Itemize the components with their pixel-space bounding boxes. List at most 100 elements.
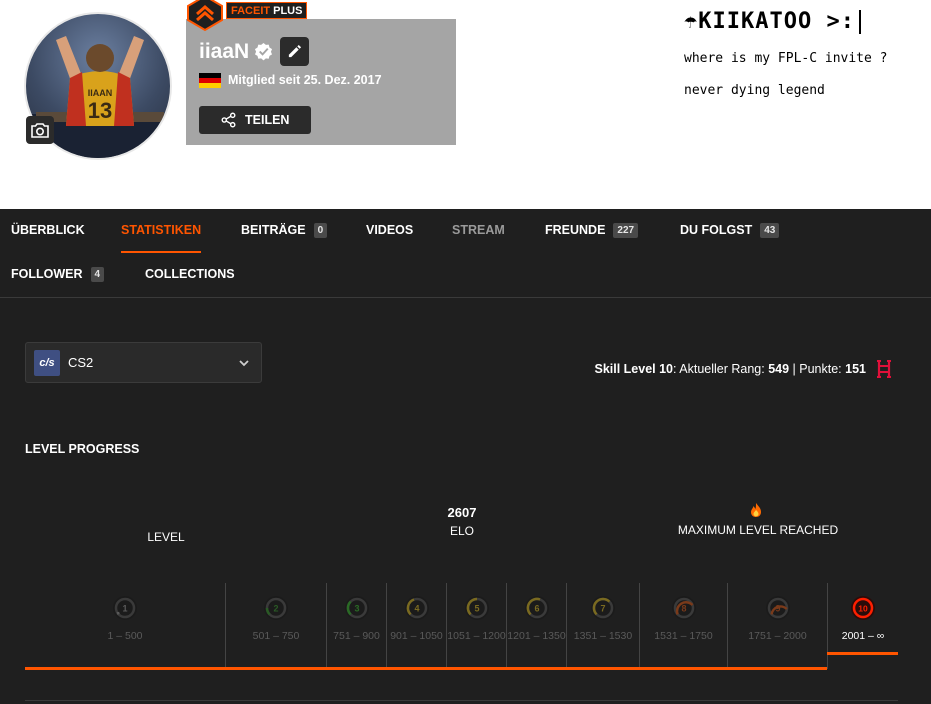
level-item-1: 1 1 – 500	[25, 583, 225, 669]
tab-followers[interactable]: FOLLOWER 4	[11, 264, 105, 284]
tab-count: 227	[613, 222, 639, 238]
tab-friends[interactable]: FREUNDE 227	[545, 220, 639, 240]
level-2-icon: 2	[264, 596, 288, 620]
nickname: iiaaN	[199, 40, 250, 63]
fire-icon	[749, 502, 763, 523]
tab-label: FREUNDE	[545, 223, 606, 237]
level-number: 10	[858, 603, 868, 613]
subscription-tier: PLUS	[273, 4, 303, 17]
tab-label: VIDEOS	[366, 223, 414, 237]
change-avatar-button[interactable]	[26, 116, 54, 144]
level-8-icon: 8	[671, 596, 696, 620]
jersey-number: 13	[88, 98, 112, 123]
level-number: 8	[681, 604, 686, 614]
tab-videos[interactable]: VIDEOS	[366, 220, 413, 240]
section-divider	[25, 700, 898, 701]
tab-count: 0	[313, 222, 328, 238]
tab-posts[interactable]: BEITRÄGE 0	[241, 220, 328, 240]
level-number: 3	[354, 604, 359, 614]
bio-title-text: ☂KIIKATOO >:	[684, 9, 855, 34]
tab-count: 43	[760, 222, 780, 238]
chevron-down-icon	[239, 360, 249, 367]
edit-profile-button[interactable]	[280, 37, 309, 66]
tab-label: STREAM	[452, 223, 505, 237]
game-select[interactable]: c/s CS2	[25, 342, 262, 383]
tab-count: 4	[90, 266, 105, 282]
level-number: 6	[534, 604, 539, 614]
tab-label: ÜBERBLICK	[11, 223, 85, 237]
level-track: 1 1 – 500 2 501 – 750 3 751 – 900 4 901 …	[25, 583, 898, 669]
tab-collections[interactable]: COLLECTIONS	[145, 264, 235, 284]
level-range: 1051 – 1200	[447, 630, 506, 642]
text-cursor	[858, 9, 861, 34]
active-tab-indicator	[121, 251, 201, 253]
level-item-7: 7 1351 – 1530	[566, 583, 639, 669]
points-value: 151	[845, 362, 866, 376]
level-item-4: 4 901 – 1050	[386, 583, 446, 669]
subscription-prefix: FACEIT	[231, 4, 271, 17]
level-3-icon: 3	[344, 596, 369, 620]
level-range: 2001 – ∞	[841, 630, 885, 642]
game-select-value: CS2	[68, 355, 94, 370]
level-item-8: 8 1531 – 1750	[639, 583, 727, 669]
faceit-plus-logo	[184, 0, 226, 32]
tab-following[interactable]: DU FOLGST 43	[680, 220, 780, 240]
level-range: 1531 – 1750	[654, 630, 713, 642]
level-item-6: 6 1201 – 1350	[506, 583, 566, 669]
level-number: 2	[273, 604, 278, 614]
level-number: 7	[600, 604, 605, 614]
camera-icon	[31, 123, 49, 138]
level-number: 4	[414, 604, 419, 614]
level-number: 9	[775, 604, 780, 614]
cs2-logo-icon: c/s	[34, 349, 60, 376]
rank-value: 549	[768, 362, 790, 376]
level-9-icon: 9	[765, 596, 790, 620]
level-range: 1 – 500	[107, 630, 143, 642]
tab-label: FOLLOWER	[11, 267, 83, 281]
subscription-badge: FACEIT PLUS	[226, 2, 308, 19]
tab-overview[interactable]: ÜBERBLICK	[11, 220, 85, 240]
tab-statistics[interactable]: STATISTIKEN	[121, 220, 201, 240]
skill-summary: Skill Level 10: Aktueller Rang: 549 | Pu…	[594, 362, 866, 376]
tab-label: COLLECTIONS	[145, 267, 235, 281]
max-level-label: MAXIMUM LEVEL REACHED	[677, 523, 839, 537]
elo-label: ELO	[449, 524, 474, 538]
share-icon	[221, 112, 236, 128]
rank-label: : Aktueller Rang:	[673, 362, 769, 376]
level-item-10: 10 2001 – ∞	[827, 583, 898, 669]
level-range: 751 – 900	[333, 630, 380, 642]
level-1-icon: 1	[113, 596, 137, 620]
skill-level-text: Skill Level 10	[594, 362, 674, 376]
level-5-icon: 5	[464, 596, 489, 620]
level-number: 1	[122, 604, 127, 614]
bio-line-1: where is my FPL-C invite ?	[684, 51, 888, 66]
points-label: | Punkte:	[789, 362, 846, 376]
share-button[interactable]: TEILEN	[199, 106, 311, 134]
tab-label: DU FOLGST	[680, 223, 753, 237]
level-range: 501 – 750	[252, 630, 300, 642]
tab-label: BEITRÄGE	[241, 223, 306, 237]
level-range: 1751 – 2000	[748, 630, 807, 642]
level-item-5: 5 1051 – 1200	[446, 583, 506, 669]
nav-divider	[0, 297, 931, 298]
verified-icon	[254, 42, 273, 66]
member-since: Mitglied seit 25. Dez. 2017	[228, 73, 382, 87]
level-item-2: 2 501 – 750	[225, 583, 326, 669]
level-item-3: 3 751 – 900	[326, 583, 386, 669]
level-7-icon: 7	[591, 596, 615, 620]
jersey-name: IIAAN	[88, 88, 113, 98]
level-10-icon: 10	[851, 596, 875, 620]
share-label: TEILEN	[245, 113, 290, 127]
section-title: LEVEL PROGRESS	[25, 442, 140, 456]
level-item-9: 9 1751 – 2000	[727, 583, 827, 669]
level-range: 1201 – 1350	[507, 630, 566, 642]
level-range: 901 – 1050	[390, 630, 443, 642]
level-range: 1351 – 1530	[573, 630, 633, 642]
tab-stream[interactable]: STREAM	[452, 220, 505, 240]
current-level-indicator	[827, 652, 898, 655]
level-6-icon: 6	[524, 596, 549, 620]
bio-line-2: never dying legend	[684, 83, 825, 98]
level-number: 5	[474, 604, 479, 614]
level-4-icon: 4	[404, 596, 429, 620]
level-progress-bar	[25, 667, 827, 670]
